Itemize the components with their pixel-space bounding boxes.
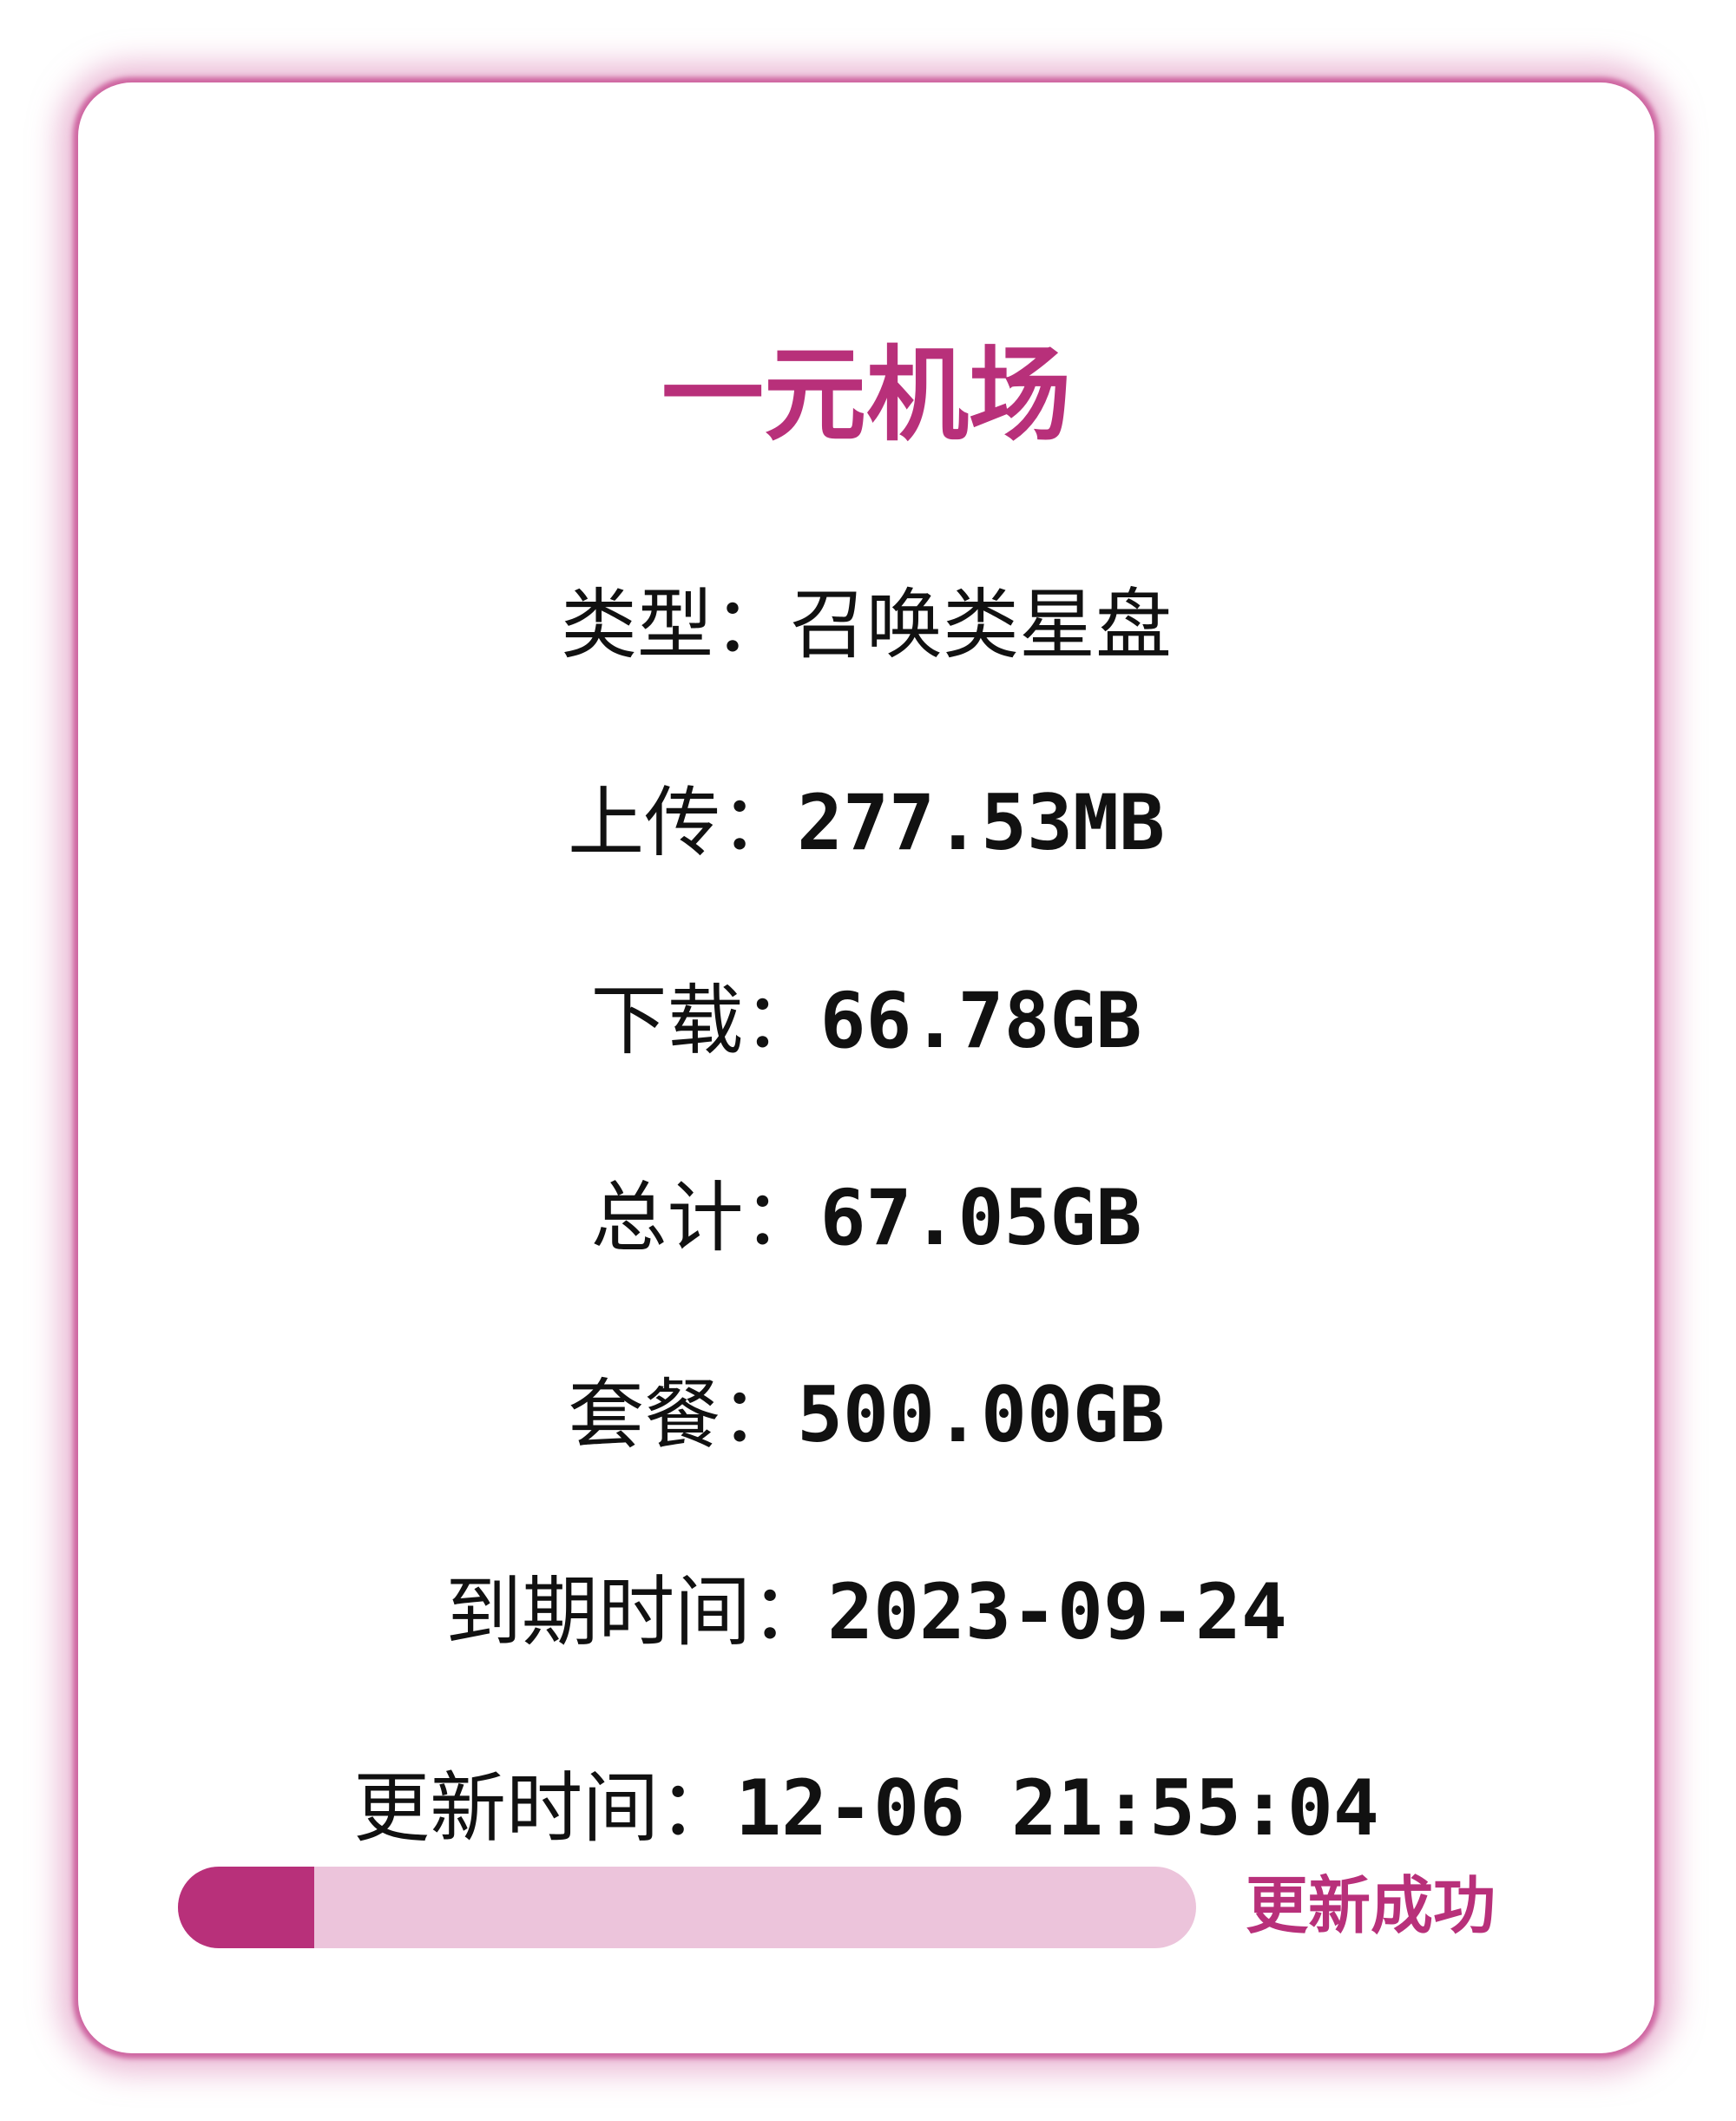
total-label: 总计： [590,1173,820,1262]
total-value: 67.05GB [819,1173,1142,1262]
upload-value: 277.53MB [797,778,1165,867]
expiry-row: 到期时间：2023-09-24 [78,1560,1654,1687]
usage-progress-fill [178,1867,315,1948]
upload-row: 上传：277.53MB [78,771,1654,898]
type-label: 类型： [560,580,790,669]
updated-label: 更新时间： [353,1763,736,1853]
type-value: 召唤类星盘 [790,580,1173,669]
airport-title: 一元机场 [661,335,1071,455]
download-row: 下载：66.78GB [78,969,1654,1096]
upload-label: 上传： [568,778,798,867]
plan-label: 套餐： [568,1370,798,1459]
type-row: 类型：召唤类星盘 [78,573,1654,700]
expiry-value: 2023-09-24 [827,1567,1287,1657]
plan-row: 套餐：500.00GB [78,1363,1654,1490]
download-label: 下载： [590,976,820,1065]
updated-value: 12-06 21:55:04 [735,1763,1379,1853]
update-status: 更新成功 [1246,1869,1496,1942]
plan-value: 500.00GB [797,1370,1165,1459]
download-value: 66.78GB [819,976,1142,1065]
total-row: 总计：67.05GB [78,1166,1654,1293]
subscription-card: 一元机场 类型：召唤类星盘 上传：277.53MB 下载：66.78GB 总计：… [78,82,1654,2053]
expiry-label: 到期时间： [445,1567,828,1657]
usage-progress-bar [178,1867,1196,1948]
